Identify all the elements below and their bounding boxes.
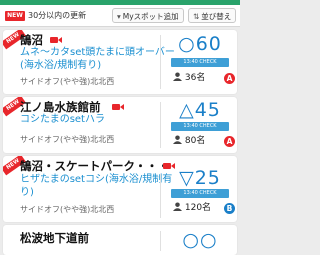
surf-condition: ヒザたまのsetコシ(海水浴/規制有 [20,174,173,185]
chevron-down-icon: ▾ [117,12,121,21]
user-icon [173,202,182,211]
divider [160,231,161,251]
surf-condition: ムネ～カタset頭たまに頭オーバー [20,47,175,58]
spot-name: 江ノ島水族館前 [20,100,101,114]
divider [160,174,161,218]
check-time: 13:40 CHECK [171,58,229,67]
wave-score: ○○ [182,229,218,251]
wave-score: △45 [179,99,221,121]
people-count: 36名 [173,72,205,84]
spot-name: 鵠沼 [20,33,43,47]
wave-score: ○60 [178,33,222,55]
wind-direction: サイドオフ(やや強)北北西 [20,135,115,144]
divider [160,102,161,148]
grade-badge: A [224,73,235,84]
wind-direction: サイドオフ(やや強)北北西 [20,205,115,214]
check-time: 13:40 CHECK [171,189,229,198]
grade-badge: A [224,136,235,147]
wave-score: ▽25 [179,167,221,189]
sort-button[interactable]: ⇅ 並び替え [188,8,236,23]
user-icon [173,72,182,81]
camera-icon [112,104,124,110]
user-icon [173,135,182,144]
people-count: 120名 [173,202,211,214]
grade-badge: B [224,203,235,214]
spot-name: 松波地下道前 [20,231,89,245]
add-my-spot-button[interactable]: ▾ Myスポット追加 [112,8,184,23]
spot-card[interactable]: NEW 鵠沼 ムネ～カタset頭たまに頭オーバー (海水浴/規制有り) サイドオ… [3,30,237,94]
surf-condition-cont: (海水浴/規制有り) [20,60,102,71]
sort-icon: ⇅ [193,12,200,21]
new-badge: NEW [5,11,25,21]
spot-name: 鵠沼・スケートパーク・・・ [20,159,170,173]
surf-condition-cont: り) [20,187,34,198]
surf-condition: コシたまのsetハラ [20,114,105,125]
spot-card[interactable]: 松波地下道前 ○○ [3,225,237,255]
filter-toolbar: NEW 30分以内の更新 ▾ Myスポット追加 ⇅ 並び替え [0,5,240,27]
wind-direction: サイドオフ(やや強)北北西 [20,77,115,86]
check-time: 13:40 CHECK [171,122,229,131]
people-count: 80名 [173,135,205,147]
recent-update-label: 30分以内の更新 [28,11,87,20]
divider [160,35,161,89]
spot-card[interactable]: NEW 鵠沼・スケートパーク・・・ ヒザたまのsetコシ(海水浴/規制有 り) … [3,156,237,222]
spot-card[interactable]: NEW 江ノ島水族館前 コシたまのsetハラ サイドオフ(やや強)北北西 △45… [3,97,237,153]
camera-icon [50,37,62,43]
